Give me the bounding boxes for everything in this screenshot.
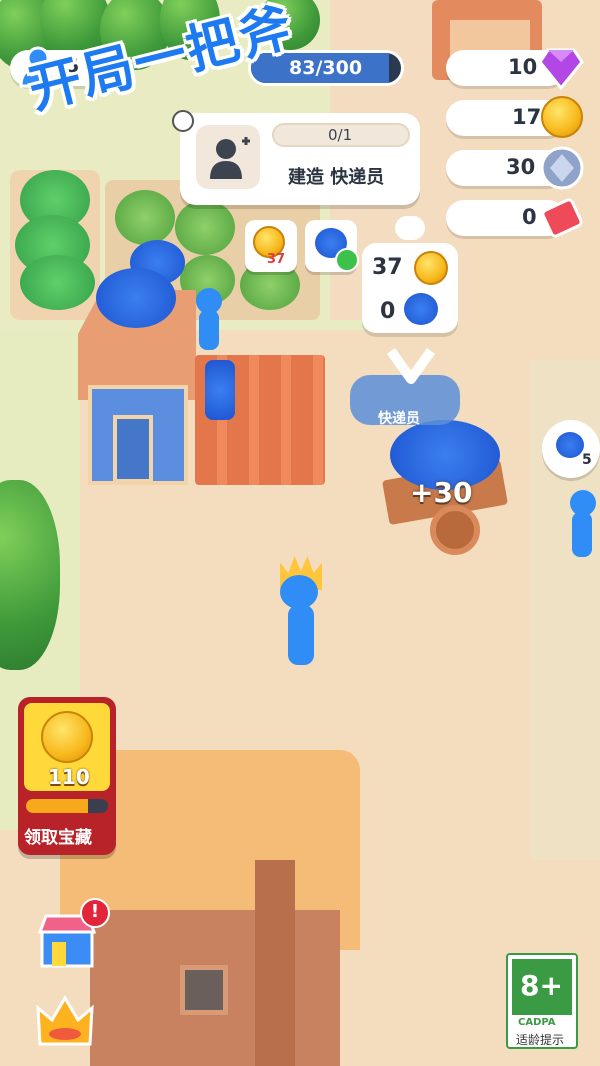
- alert-badge-icon: !: [80, 898, 110, 928]
- cart-bonus: +30: [410, 476, 473, 509]
- ticket-icon: [541, 198, 583, 238]
- age-rating-badge: 8+ CADPA 适龄提示: [506, 953, 578, 1049]
- field-coin-cost[interactable]: 37: [245, 220, 297, 272]
- coin-icon: [414, 251, 448, 285]
- house-door[interactable]: [113, 415, 153, 483]
- gem-count: 10: [508, 55, 538, 79]
- delivery-bubble: 37 0: [362, 243, 458, 333]
- delivery-flowers: 0: [380, 299, 396, 324]
- search-icon[interactable]: [172, 110, 194, 132]
- blue-flower-icon: [556, 432, 584, 458]
- field-cost-value: 37: [267, 252, 286, 267]
- add-user-icon: [210, 137, 250, 179]
- coin-icon: [541, 96, 583, 138]
- house-window: [180, 965, 228, 1015]
- chimney: [255, 860, 295, 1066]
- check-icon: [335, 248, 359, 272]
- crown-icon: [36, 995, 94, 1046]
- rating-org: CADPA: [518, 1017, 556, 1028]
- chevron-down-icon: [386, 348, 436, 384]
- shop-button[interactable]: !: [36, 898, 110, 970]
- coin-icon: [41, 711, 93, 763]
- treasure-label: 领取宝藏: [24, 828, 92, 848]
- worker-npc-body: [199, 310, 219, 350]
- crown-button[interactable]: [34, 990, 96, 1052]
- cart-wheel: [430, 505, 480, 555]
- blue-flower-icon: [404, 293, 438, 325]
- age-rating-box: 8+: [512, 959, 572, 1015]
- build-progress-text: 0/1: [328, 126, 353, 144]
- build-card[interactable]: 0/1 建造 快递员: [180, 113, 420, 205]
- npc-request-count: 5: [582, 452, 592, 468]
- player-character[interactable]: [288, 605, 314, 665]
- delivery-coins: 37: [372, 255, 403, 280]
- flower-plant: [115, 190, 175, 245]
- berry-bush: [20, 255, 95, 310]
- player-head: [280, 575, 318, 609]
- npc-right-body: [572, 512, 592, 557]
- chevron-up-icon[interactable]: [395, 216, 425, 240]
- treasure-progress-fill: [26, 799, 88, 813]
- treasure-value: 110: [48, 765, 90, 789]
- build-label: 建造 快递员: [288, 167, 385, 188]
- silver-count: 30: [506, 155, 536, 179]
- npc-request-bubble: 5: [542, 420, 600, 478]
- flower-plant: [175, 200, 235, 255]
- rating-hint: 适龄提示: [516, 1033, 565, 1047]
- flower-stack: [205, 360, 235, 420]
- treasure-button[interactable]: 110 领取宝藏: [18, 697, 116, 855]
- gem-icon: [538, 48, 584, 90]
- field-harvest-status[interactable]: [305, 220, 359, 272]
- coin-count: 17: [512, 105, 542, 129]
- treasure-panel: 110: [24, 703, 110, 791]
- age-rating-value: 8+: [520, 969, 563, 1002]
- silver-token-icon: [540, 146, 584, 190]
- build-progress: 0/1: [272, 123, 410, 147]
- blue-flower-pile: [96, 268, 176, 328]
- station-label: 快递员: [378, 411, 420, 427]
- ticket-count: 0: [522, 205, 537, 229]
- worker-slot: [196, 125, 260, 189]
- treasure-progress: [26, 799, 108, 813]
